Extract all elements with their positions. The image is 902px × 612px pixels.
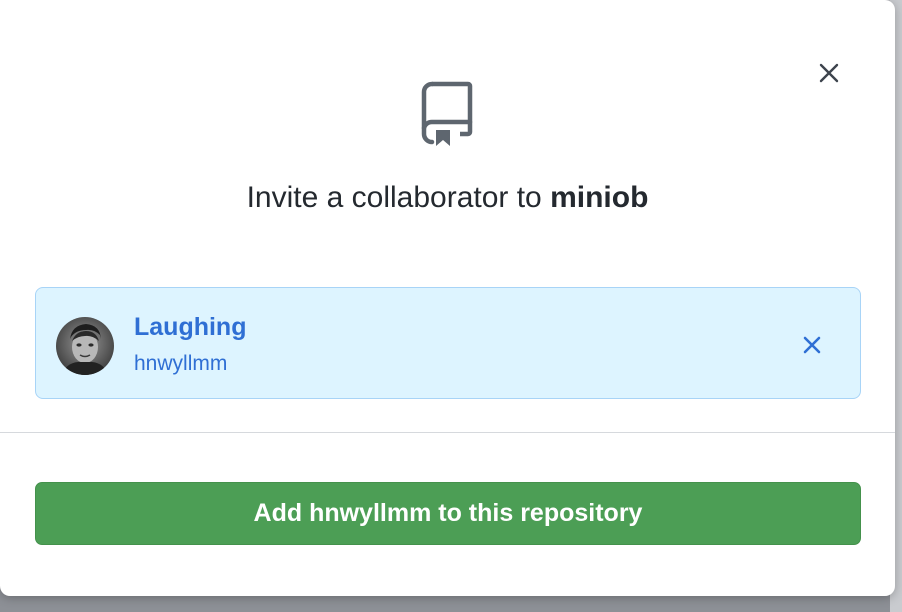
user-full-name[interactable]: Laughing bbox=[134, 312, 246, 342]
user-login[interactable]: hnwyllmm bbox=[134, 351, 227, 377]
dialog-title: Invite a collaborator to miniob bbox=[0, 178, 895, 218]
add-collaborator-button[interactable]: Add hnwyllmm to this repository bbox=[35, 482, 861, 545]
close-icon bbox=[803, 336, 821, 354]
avatar bbox=[56, 317, 114, 375]
repo-icon bbox=[421, 81, 473, 146]
selected-user-card: Laughing hnwyllmm bbox=[35, 287, 861, 399]
dialog-divider bbox=[0, 432, 895, 433]
dialog-title-prefix: Invite a collaborator to bbox=[246, 181, 551, 214]
dialog-close-button[interactable] bbox=[812, 56, 846, 90]
repository-name: miniob bbox=[550, 181, 649, 214]
close-icon bbox=[819, 63, 839, 83]
remove-selected-user-button[interactable] bbox=[793, 326, 831, 364]
invite-collaborator-dialog: Invite a collaborator to miniob Laughing… bbox=[0, 0, 895, 596]
